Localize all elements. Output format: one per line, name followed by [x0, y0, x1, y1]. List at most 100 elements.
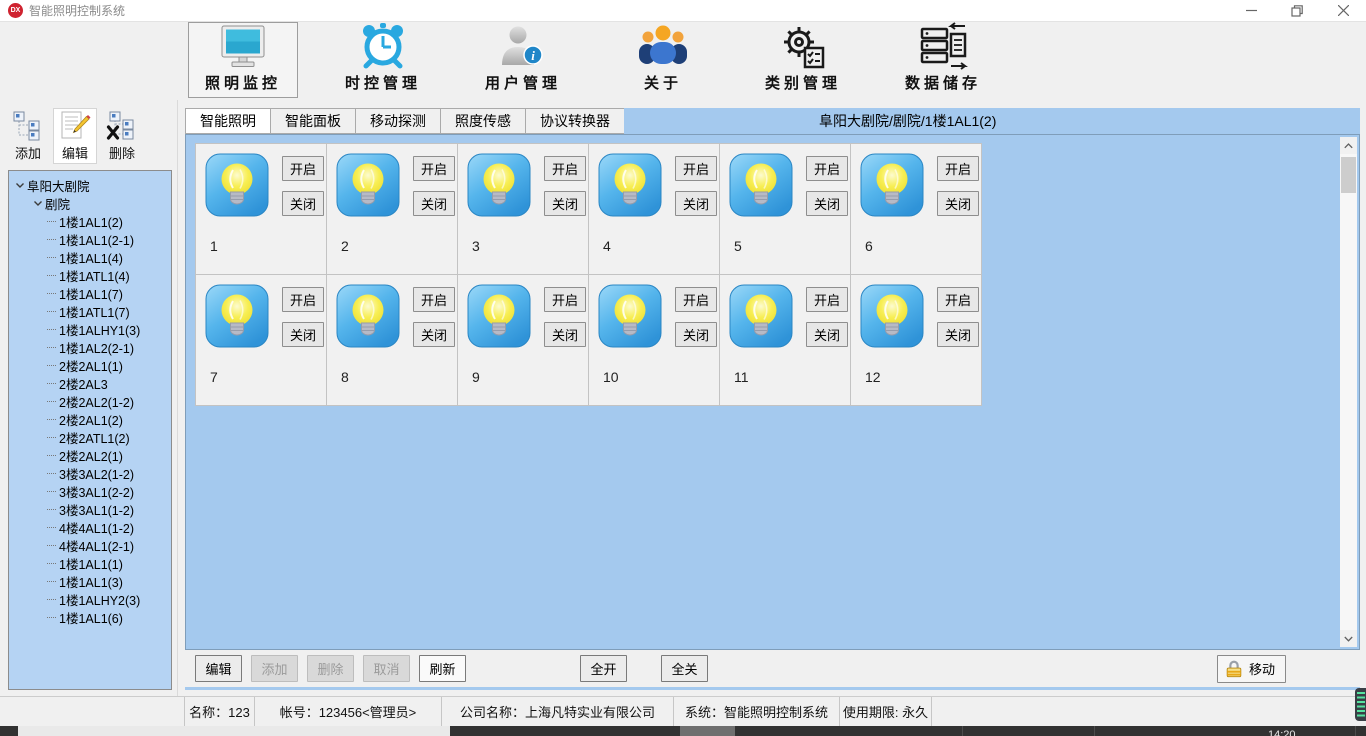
toolbar-item-gear-checklist[interactable]: 类别管理 — [748, 22, 858, 98]
tree-node-leaf[interactable]: 1楼1AL1(2-1) — [9, 230, 171, 248]
all-on-button[interactable]: 全开 — [580, 655, 627, 682]
light-on-button[interactable]: 开启 — [413, 156, 455, 181]
tree-node-leaf[interactable]: 3楼3AL2(1-2) — [9, 464, 171, 482]
light-off-button[interactable]: 关闭 — [806, 191, 848, 216]
tree-node-label: 1楼1AL1(2-1) — [59, 230, 134, 249]
light-bulb-icon — [336, 153, 400, 217]
scroll-up-icon[interactable] — [1340, 137, 1357, 154]
编辑-button[interactable]: 编辑 — [195, 655, 242, 682]
main-toolbar: 照明监控时控管理 i用户管理关于类别管理数据储存 — [0, 22, 1366, 100]
tab-智能面板[interactable]: 智能面板 — [270, 108, 355, 134]
tree-node-leaf[interactable]: 1楼1AL1(1) — [9, 554, 171, 572]
tab-移动探测[interactable]: 移动探测 — [355, 108, 440, 134]
tree-node-leaf[interactable]: 2楼2AL1(2) — [9, 410, 171, 428]
light-off-button[interactable]: 关闭 — [544, 322, 586, 347]
tree-node-label: 1楼1ALHY2(3) — [59, 590, 140, 609]
light-on-button[interactable]: 开启 — [413, 287, 455, 312]
toolbar-item-data-storage[interactable]: 数据储存 — [888, 22, 998, 98]
tab-智能照明[interactable]: 智能照明 — [185, 108, 270, 134]
tree-action-label: 添加 — [15, 143, 41, 162]
chevron-down-icon — [13, 181, 27, 190]
toolbar-item-monitor[interactable]: 照明监控 — [188, 22, 298, 98]
close-button[interactable] — [1320, 0, 1366, 21]
light-off-button[interactable]: 关闭 — [544, 191, 586, 216]
tab-协议转换器[interactable]: 协议转换器 — [525, 108, 624, 134]
tree-node-leaf[interactable]: 2楼2AL2(1) — [9, 446, 171, 464]
tree-node-label: 1楼1AL1(3) — [59, 572, 123, 591]
tree-node-leaf[interactable]: 1楼1ALHY1(3) — [9, 320, 171, 338]
toolbar-item-people[interactable]: 关于 — [608, 22, 718, 98]
taskbar-separator — [1355, 726, 1356, 736]
取消-button: 取消 — [363, 655, 410, 682]
light-bulb-icon — [729, 284, 793, 348]
light-on-button[interactable]: 开启 — [282, 156, 324, 181]
tree-node-leaf[interactable]: 1楼1AL2(2-1) — [9, 338, 171, 356]
light-off-button[interactable]: 关闭 — [282, 322, 324, 347]
tree-node-leaf[interactable]: 1楼1AL1(4) — [9, 248, 171, 266]
tree-action-tree-delete[interactable]: 删除 — [100, 108, 144, 164]
tree-node-leaf[interactable]: 1楼1AL1(3) — [9, 572, 171, 590]
tree-action-edit[interactable]: 编辑 — [53, 108, 97, 164]
light-bulb-icon — [598, 284, 662, 348]
toolbar-item-user-info[interactable]: i用户管理 — [468, 22, 578, 98]
gear-checklist-icon — [777, 22, 829, 70]
tree-node-leaf[interactable]: 2楼2ATL1(2) — [9, 428, 171, 446]
light-number: 2 — [341, 238, 349, 254]
tree-node-leaf[interactable]: 1楼1ATL1(4) — [9, 266, 171, 284]
restore-button[interactable] — [1274, 0, 1320, 21]
tree-node-leaf[interactable]: 3楼3AL1(1-2) — [9, 500, 171, 518]
toolbar-item-label: 时控管理 — [345, 72, 421, 93]
删除-button: 删除 — [307, 655, 354, 682]
light-on-button[interactable]: 开启 — [675, 156, 717, 181]
light-off-button[interactable]: 关闭 — [937, 191, 979, 216]
status-bar: 名称：123帐号：123456<管理员>公司名称：上海凡特实业有限公司系统：智能… — [0, 696, 1366, 726]
taskbar-segment — [680, 726, 735, 736]
scroll-down-icon[interactable] — [1340, 630, 1357, 647]
minimize-button[interactable] — [1228, 0, 1274, 21]
light-off-button[interactable]: 关闭 — [675, 191, 717, 216]
light-on-button[interactable]: 开启 — [806, 156, 848, 181]
scrollbar-thumb[interactable] — [1341, 157, 1356, 193]
light-off-button[interactable]: 关闭 — [806, 322, 848, 347]
light-card: 开启关闭11 — [720, 275, 851, 406]
light-off-button[interactable]: 关闭 — [937, 322, 979, 347]
titlebar: DX 智能照明控制系统 — [0, 0, 1366, 22]
all-off-button[interactable]: 全关 — [661, 655, 708, 682]
light-on-button[interactable]: 开启 — [544, 287, 586, 312]
tree-node-leaf[interactable]: 4楼4AL1(1-2) — [9, 518, 171, 536]
light-on-button[interactable]: 开启 — [937, 287, 979, 312]
tree-node-leaf[interactable]: 1楼1ATL1(7) — [9, 302, 171, 320]
toolbar-item-alarm-clock[interactable]: 时控管理 — [328, 22, 438, 98]
tree-node-leaf[interactable]: 2楼2AL1(1) — [9, 356, 171, 374]
tree-node-leaf[interactable]: 1楼1AL1(2) — [9, 212, 171, 230]
light-off-button[interactable]: 关闭 — [675, 322, 717, 347]
light-on-button[interactable]: 开启 — [937, 156, 979, 181]
light-number: 8 — [341, 369, 349, 385]
light-on-button[interactable]: 开启 — [806, 287, 848, 312]
move-button[interactable]: 移动 — [1217, 655, 1286, 683]
light-number: 1 — [210, 238, 218, 254]
light-off-button[interactable]: 关闭 — [413, 191, 455, 216]
tree-node-leaf[interactable]: 3楼3AL1(2-2) — [9, 482, 171, 500]
tree-node-leaf[interactable]: 1楼1ALHY2(3) — [9, 590, 171, 608]
tree-node-leaf[interactable]: 4楼4AL1(2-1) — [9, 536, 171, 554]
tree-node-root[interactable]: 阜阳大剧院 — [9, 176, 171, 194]
tree-node-leaf[interactable]: 2楼2AL3 — [9, 374, 171, 392]
light-on-button[interactable]: 开启 — [675, 287, 717, 312]
tree-action-tree-add[interactable]: 添加 — [6, 108, 50, 164]
vertical-scrollbar[interactable] — [1340, 137, 1357, 647]
tree-node-leaf[interactable]: 1楼1AL1(6) — [9, 608, 171, 626]
light-on-button[interactable]: 开启 — [282, 287, 324, 312]
tab-照度传感[interactable]: 照度传感 — [440, 108, 525, 134]
taskbar-strip: 14:20 — [0, 726, 1366, 736]
light-card: 开启关闭12 — [851, 275, 982, 406]
light-bulb-icon — [598, 153, 662, 217]
tree-delete-icon — [106, 109, 138, 143]
light-on-button[interactable]: 开启 — [544, 156, 586, 181]
light-off-button[interactable]: 关闭 — [413, 322, 455, 347]
light-off-button[interactable]: 关闭 — [282, 191, 324, 216]
tree-node-leaf[interactable]: 2楼2AL2(1-2) — [9, 392, 171, 410]
刷新-button[interactable]: 刷新 — [419, 655, 466, 682]
tree-node-leaf[interactable]: 1楼1AL1(7) — [9, 284, 171, 302]
tree-node-group[interactable]: 剧院 — [9, 194, 171, 212]
